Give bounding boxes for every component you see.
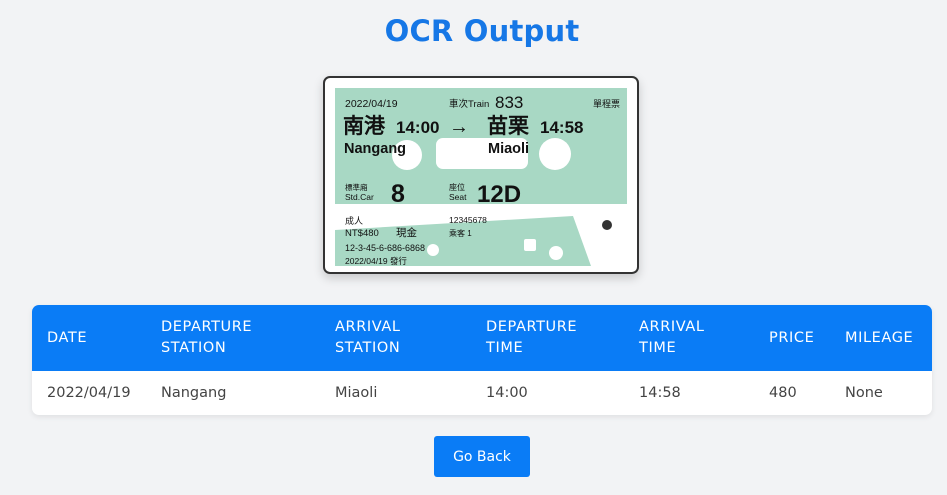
cell-departure-station: Nangang [161, 385, 227, 401]
ticket-serial: 12-3-45-6-686-6868 [345, 243, 425, 253]
ticket-car-label-en: Std.Car [345, 192, 374, 202]
page-title: OCR Output [384, 14, 580, 48]
ticket-arrow: → [449, 116, 469, 138]
ticket-seat-label-zh: 座位 [449, 182, 465, 192]
header-departure-time: DEPARTURE TIME [486, 319, 578, 356]
ticket-from-zh: 南港 [343, 114, 386, 138]
ticket-train-label: 車次Train [449, 98, 489, 110]
ticket-payment: 現金 [396, 226, 417, 239]
ticket-car-label-zh: 標準廂 [345, 182, 368, 192]
ticket-hole-small [427, 244, 439, 256]
ticket-number: 12345678 [449, 215, 487, 225]
ticket-to-time: 14:58 [540, 118, 583, 137]
ticket-image: 2022/04/19 車次Train 833 單程票 南港 14:00 → 苗栗… [323, 76, 639, 274]
go-back-button[interactable]: Go Back [434, 436, 530, 477]
ticket-to-en: Miaoli [488, 141, 529, 157]
ticket-passenger-count: 乘客 1 [449, 228, 472, 238]
header-mileage: MILEAGE [845, 329, 914, 346]
table-row: 2022/04/19 Nangang Miaoli 14:00 14:58 48… [32, 371, 932, 415]
ticket-car-no: 8 [391, 180, 405, 208]
ticket-price: NT$480 [345, 228, 379, 239]
table-header-row: DATE DEPARTURE STATION ARRIVAL STATION DEP… [32, 305, 932, 371]
header-date: DATE [47, 329, 88, 346]
cell-date: 2022/04/19 [47, 385, 131, 401]
ticket-hole-small [549, 246, 563, 260]
ticket-hole-large [600, 239, 626, 265]
ticket-from-en: Nangang [344, 141, 406, 157]
ticket-type: 單程票 [593, 99, 620, 109]
header-arrival-station: ARRIVAL STATION [335, 319, 401, 356]
ocr-result-table-card: DATE DEPARTURE STATION ARRIVAL STATION DEP… [32, 305, 932, 415]
ticket-issued: 2022/04/19 發行 [345, 256, 407, 266]
ticket-from-time: 14:00 [396, 118, 439, 137]
ticket-seat-no: 12D [477, 181, 521, 208]
ticket-passenger: 成人 [345, 215, 363, 226]
ocr-result-table: DATE DEPARTURE STATION ARRIVAL STATION DEP… [32, 305, 932, 415]
ticket-train-no: 833 [495, 93, 523, 112]
ticket-dot [602, 220, 612, 230]
cell-arrival-station: Miaoli [335, 385, 378, 401]
ticket-hole [539, 138, 571, 170]
header-arrival-time: ARRIVAL TIME [639, 319, 705, 356]
ticket-square [524, 239, 536, 251]
cell-arrival-time: 14:58 [639, 385, 681, 401]
cell-mileage: None [845, 385, 883, 401]
ticket-to-zh: 苗栗 [487, 114, 529, 138]
header-price: PRICE [769, 329, 815, 346]
ticket-date: 2022/04/19 [345, 98, 398, 110]
cell-departure-time: 14:00 [486, 385, 528, 401]
header-departure-station: DEPARTURE STATION [161, 319, 253, 356]
ticket-seat-label-en: Seat [449, 192, 467, 202]
cell-price: 480 [769, 385, 797, 401]
